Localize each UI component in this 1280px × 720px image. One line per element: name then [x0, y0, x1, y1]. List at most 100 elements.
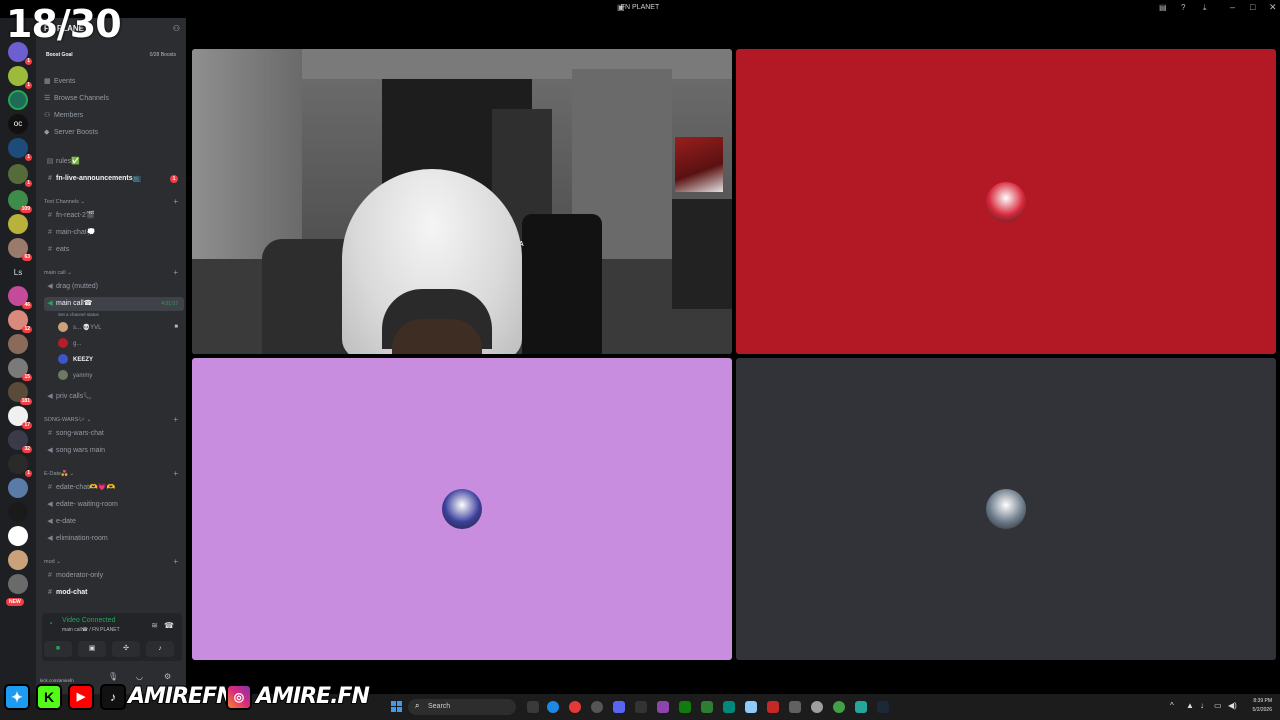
server-icon[interactable] — [8, 334, 28, 354]
download-icon[interactable]: ⤓ — [1203, 3, 1207, 13]
camera-button[interactable]: ■ — [44, 641, 72, 657]
app-icon[interactable] — [723, 701, 735, 713]
server-icon[interactable]: 46 — [8, 286, 32, 309]
channel-rules[interactable]: ▤ rules✅ — [44, 155, 184, 169]
app-icon[interactable] — [855, 701, 867, 713]
headphones-icon[interactable]: ◡ — [136, 672, 143, 681]
maximize-button[interactable]: □ — [1250, 2, 1255, 12]
voice-status-title[interactable]: Video Connected — [62, 617, 116, 624]
add-channel-icon[interactable]: + — [173, 197, 178, 206]
category-e-date[interactable]: E-Date💑 ⌄ — [44, 471, 74, 477]
settings-gear-icon[interactable]: ⚙ — [164, 672, 171, 681]
server-icon[interactable]: 63 — [8, 238, 32, 261]
server-icon[interactable]: 109 — [8, 190, 32, 213]
video-tile-camera[interactable]: OTRA — [192, 49, 732, 354]
soundboard-button[interactable]: ♪ — [146, 641, 174, 657]
add-channel-icon[interactable]: + — [173, 415, 178, 424]
category-main-call[interactable]: main call ⌄ — [44, 270, 72, 276]
server-icon[interactable] — [8, 214, 28, 234]
video-tile-avatar[interactable] — [736, 358, 1276, 660]
network-icon[interactable]: ▭ — [1214, 701, 1222, 710]
video-tile-avatar[interactable] — [192, 358, 732, 660]
server-folder-ls[interactable]: Ls — [8, 268, 28, 277]
server-icon[interactable] — [8, 478, 28, 498]
voice-channel-elimination[interactable]: ◀ elimination-room — [44, 532, 184, 546]
steam-icon[interactable] — [877, 701, 889, 713]
category-text-channels[interactable]: Text Channels ⌄ — [44, 199, 85, 205]
nav-server-boosts[interactable]: ◆ Server Boosts — [44, 127, 98, 139]
mic-icon[interactable]: 🎙 — [108, 672, 118, 681]
category-song-wars[interactable]: SONG-WARS🎶 ⌄ — [44, 417, 91, 423]
noise-suppression-icon[interactable]: ≋ — [151, 621, 158, 630]
server-icon[interactable]: 32 — [8, 430, 32, 453]
app-icon[interactable] — [767, 701, 779, 713]
channel-status[interactable]: Set a channel status — [58, 312, 99, 317]
discord-taskbar-icon[interactable] — [613, 701, 625, 713]
inbox-icon[interactable]: ▤ — [1159, 3, 1167, 12]
disconnect-icon[interactable]: ☎ — [164, 621, 174, 630]
voice-user[interactable]: g... — [58, 338, 81, 350]
nav-browse-channels[interactable]: ☰ Browse Channels — [44, 93, 109, 105]
app-icon[interactable] — [701, 701, 713, 713]
start-button[interactable] — [391, 701, 403, 713]
nav-events[interactable]: ▦ Events — [44, 76, 75, 88]
channel-fn-react[interactable]: # fn-react-2🎬 — [44, 209, 184, 223]
server-icon[interactable] — [8, 550, 28, 570]
app-icon[interactable] — [657, 701, 669, 713]
volume-icon[interactable]: ◀) — [1228, 701, 1237, 710]
app-icon[interactable] — [635, 701, 647, 713]
voice-channel-edate-waiting[interactable]: ◀ edate- waiting-room — [44, 498, 184, 512]
server-icon[interactable]: oc — [8, 114, 28, 134]
voice-channel-main-call[interactable]: ◀ main call☎ 4:01:57 — [44, 297, 184, 311]
voice-user[interactable]: yammy — [58, 370, 92, 382]
app-icon[interactable] — [745, 701, 757, 713]
server-icon[interactable] — [8, 90, 28, 110]
voice-channel-e-date[interactable]: ◀ e-date — [44, 515, 184, 529]
chrome-icon[interactable] — [569, 701, 581, 713]
server-icon[interactable] — [8, 574, 28, 594]
tray-chevron-icon[interactable]: ^ — [1170, 701, 1174, 710]
voice-user[interactable]: s... 💀YVL — [58, 322, 101, 334]
obs-icon[interactable] — [591, 701, 603, 713]
edge-icon[interactable] — [547, 701, 559, 713]
server-icon[interactable]: 15 — [8, 358, 32, 381]
minimize-button[interactable]: – — [1230, 2, 1235, 12]
xbox-icon[interactable] — [679, 701, 691, 713]
add-channel-icon[interactable]: + — [173, 268, 178, 277]
system-clock[interactable]: 8:39 PM 5/2/2026 — [1244, 697, 1272, 715]
add-channel-icon[interactable]: + — [173, 469, 178, 478]
tray-app-icon[interactable]: ↓ — [1200, 701, 1204, 710]
voice-status-subtitle[interactable]: main call☎ / FN PLANET — [62, 627, 120, 633]
server-icon[interactable]: 1 — [8, 66, 32, 89]
task-view-icon[interactable] — [527, 701, 539, 713]
server-icon[interactable]: 1 — [8, 138, 32, 161]
server-icon[interactable] — [8, 502, 28, 522]
channel-announcements[interactable]: # fn-live-announcements📺 1 — [44, 172, 184, 186]
voice-channel-drag[interactable]: ◀ drag (mutted) — [44, 280, 184, 294]
boost-goal-bar[interactable]: Boost Goal 0/28 Boosts — [42, 49, 180, 61]
settings-icon[interactable] — [811, 701, 823, 713]
channel-mod-chat[interactable]: # mod-chat — [44, 586, 184, 600]
add-friend-icon[interactable]: ⚇ — [173, 24, 180, 33]
category-mod[interactable]: mod ⌄ — [44, 559, 61, 565]
screen-share-button[interactable]: ▣ — [78, 641, 106, 657]
server-icon[interactable]: 1 — [8, 164, 32, 187]
signal-icon[interactable]: ◔ — [48, 619, 53, 628]
help-icon[interactable]: ? — [1181, 3, 1185, 12]
app-icon[interactable] — [833, 701, 845, 713]
app-icon[interactable] — [789, 701, 801, 713]
nav-members[interactable]: ⚇ Members — [44, 110, 83, 122]
channel-main-chat[interactable]: # main-chat💭 — [44, 226, 184, 240]
voice-user[interactable]: KEEZY — [58, 354, 93, 366]
channel-song-wars-chat[interactable]: # song-wars-chat — [44, 427, 184, 441]
channel-edate-chat[interactable]: # edate-chat🫶💗🫶 — [44, 481, 184, 495]
server-icon[interactable]: 181 — [8, 382, 32, 405]
server-icon[interactable]: 1 — [8, 454, 32, 477]
channel-moderator-only[interactable]: # moderator-only — [44, 569, 184, 583]
close-button[interactable]: ✕ — [1269, 2, 1277, 13]
tray-app-icon[interactable]: ▲ — [1186, 701, 1194, 710]
add-channel-icon[interactable]: + — [173, 557, 178, 566]
activities-button[interactable]: ✣ — [112, 641, 140, 657]
voice-channel-priv-calls[interactable]: ◀ priv calls📞 — [44, 390, 184, 404]
channel-eats[interactable]: # eats — [44, 243, 184, 257]
